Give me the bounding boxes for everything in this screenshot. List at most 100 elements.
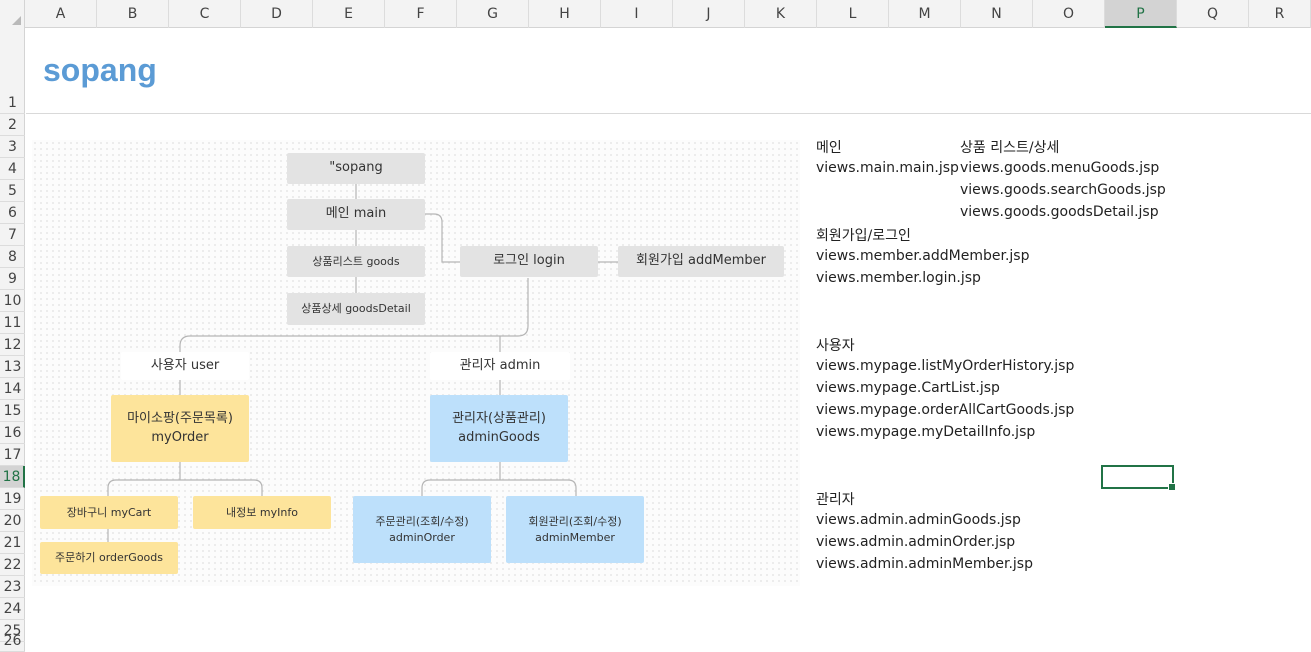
node-goods-detail: 상품상세 goodsDetail bbox=[287, 293, 425, 325]
cell-main-jsp[interactable]: views.main.main.jsp bbox=[816, 160, 959, 176]
node-admin-goods-sublabel: adminGoods bbox=[458, 429, 540, 445]
cell-admin-label[interactable]: 관리자 bbox=[816, 489, 855, 509]
cell-user-jsp[interactable]: views.mypage.orderAllCartGoods.jsp bbox=[816, 402, 1074, 418]
node-my-info: 내정보 myInfo bbox=[193, 496, 331, 529]
node-admin-order-sublabel: adminOrder bbox=[389, 530, 455, 544]
column-header-o[interactable]: O bbox=[1033, 0, 1105, 28]
cell-goods-jsp[interactable]: views.goods.searchGoods.jsp bbox=[960, 182, 1166, 198]
node-admin-order-label: 주문관리(조회/수정) bbox=[375, 514, 469, 528]
column-header-n[interactable]: N bbox=[961, 0, 1033, 28]
column-header-f[interactable]: F bbox=[385, 0, 457, 28]
node-admin-member: 회원관리(조회/수정) adminMember bbox=[506, 496, 644, 563]
node-goods-detail-label: 상품상세 goodsDetail bbox=[301, 302, 411, 316]
row-header-15[interactable]: 15 bbox=[0, 400, 25, 422]
node-order-goods: 주문하기 orderGoods bbox=[40, 542, 178, 574]
row-header-23[interactable]: 23 bbox=[0, 576, 25, 598]
row-header-24[interactable]: 24 bbox=[0, 598, 25, 620]
node-admin-order: 주문관리(조회/수정) adminOrder bbox=[353, 496, 491, 563]
row-header-12[interactable]: 12 bbox=[0, 334, 25, 356]
node-admin-goods-label: 관리자(상품관리) bbox=[452, 410, 546, 426]
node-main-label: 메인 main bbox=[325, 206, 387, 222]
cell-admin-jsp[interactable]: views.admin.adminOrder.jsp bbox=[816, 534, 1015, 550]
column-header-p[interactable]: P bbox=[1105, 0, 1177, 28]
node-my-order-sublabel: myOrder bbox=[151, 429, 209, 445]
column-header-e[interactable]: E bbox=[313, 0, 385, 28]
row-header-13[interactable]: 13 bbox=[0, 356, 25, 378]
site-map-diagram[interactable]: "sopang 메인 main 상품리스트 goods 상품상세 goodsDe… bbox=[32, 140, 800, 586]
cell-admin-jsp[interactable]: views.admin.adminMember.jsp bbox=[816, 556, 1033, 572]
cell-user-jsp[interactable]: views.mypage.listMyOrderHistory.jsp bbox=[816, 358, 1074, 374]
column-header-b[interactable]: B bbox=[97, 0, 169, 28]
node-my-cart-label: 장바구니 myCart bbox=[66, 505, 152, 519]
row-header-5[interactable]: 5 bbox=[0, 180, 25, 202]
row-header-10[interactable]: 10 bbox=[0, 290, 25, 312]
column-header-k[interactable]: K bbox=[745, 0, 817, 28]
row-header-2[interactable]: 2 bbox=[0, 114, 25, 136]
row-header-8[interactable]: 8 bbox=[0, 246, 25, 268]
row-header-16[interactable]: 16 bbox=[0, 422, 25, 444]
column-header-l[interactable]: L bbox=[817, 0, 889, 28]
cell-member-label[interactable]: 회원가입/로그인 bbox=[816, 225, 911, 245]
node-login-label: 로그인 login bbox=[493, 253, 565, 269]
row-header-17[interactable]: 17 bbox=[0, 444, 25, 466]
cell-member-jsp[interactable]: views.member.addMember.jsp bbox=[816, 248, 1029, 264]
node-admin: 관리자 admin bbox=[430, 352, 570, 380]
row-header: 1 2 3 4 5 6 7 8 9 10 11 12 13 14 15 16 17 18 19 20 21 22 23 24 2… bbox=[0, 28, 25, 652]
row-header-19[interactable]: 19 bbox=[0, 488, 25, 510]
connector-main-login bbox=[425, 213, 460, 263]
row-header-26[interactable]: 26 bbox=[0, 633, 25, 652]
row-header-4[interactable]: 4 bbox=[0, 158, 25, 180]
row-header-21[interactable]: 21 bbox=[0, 532, 25, 554]
row-header-1[interactable]: 1 bbox=[0, 28, 25, 114]
cell-main-label[interactable]: 메인 bbox=[816, 137, 842, 157]
connector-admingoods-children bbox=[421, 462, 577, 496]
cell-user-jsp[interactable]: views.mypage.CartList.jsp bbox=[816, 380, 1000, 396]
node-admin-member-label: 회원관리(조회/수정) bbox=[528, 514, 622, 528]
node-user: 사용자 user bbox=[121, 352, 249, 380]
row-header-18[interactable]: 18 bbox=[0, 466, 25, 488]
node-main: 메인 main bbox=[287, 199, 425, 230]
sheet-title[interactable]: sopang bbox=[43, 52, 157, 89]
node-order-goods-label: 주문하기 orderGoods bbox=[54, 551, 163, 565]
cell-goods-jsp[interactable]: views.goods.goodsDetail.jsp bbox=[960, 204, 1159, 220]
node-goods: 상품리스트 goods bbox=[287, 246, 425, 277]
cell-goods-label[interactable]: 상품 리스트/상세 bbox=[960, 137, 1059, 157]
column-header-q[interactable]: Q bbox=[1177, 0, 1249, 28]
cell-goods-jsp[interactable]: views.goods.menuGoods.jsp bbox=[960, 160, 1159, 176]
cell-member-jsp[interactable]: views.member.login.jsp bbox=[816, 270, 981, 286]
select-all-button[interactable] bbox=[0, 0, 25, 28]
node-admin-goods: 관리자(상품관리) adminGoods bbox=[430, 395, 568, 462]
node-my-order: 마이소팡(주문목록) myOrder bbox=[111, 395, 249, 462]
column-header-h[interactable]: H bbox=[529, 0, 601, 28]
column-header-j[interactable]: J bbox=[673, 0, 745, 28]
row-header-22[interactable]: 22 bbox=[0, 554, 25, 576]
node-admin-member-sublabel: adminMember bbox=[535, 530, 615, 544]
node-root-label: "sopang bbox=[329, 160, 383, 176]
node-my-cart: 장바구니 myCart bbox=[40, 496, 178, 529]
column-header-c[interactable]: C bbox=[169, 0, 241, 28]
row-header-7[interactable]: 7 bbox=[0, 224, 25, 246]
row-header-3[interactable]: 3 bbox=[0, 136, 25, 158]
row-header-11[interactable]: 11 bbox=[0, 312, 25, 334]
row-header-20[interactable]: 20 bbox=[0, 510, 25, 532]
active-cell-selection[interactable] bbox=[1101, 465, 1176, 491]
row-header-6[interactable]: 6 bbox=[0, 202, 25, 224]
node-add-member-label: 회원가입 addMember bbox=[636, 253, 766, 269]
column-header-r[interactable]: R bbox=[1249, 0, 1311, 28]
cell-user-label[interactable]: 사용자 bbox=[816, 335, 855, 355]
row-header-14[interactable]: 14 bbox=[0, 378, 25, 400]
column-header: ABCDEFGHIJKLMNOPQR bbox=[0, 0, 1311, 28]
node-login: 로그인 login bbox=[460, 246, 598, 277]
row-header-9[interactable]: 9 bbox=[0, 268, 25, 290]
column-header-m[interactable]: M bbox=[889, 0, 961, 28]
node-my-order-label: 마이소팡(주문목록) bbox=[127, 410, 233, 426]
cell-user-jsp[interactable]: views.mypage.myDetailInfo.jsp bbox=[816, 424, 1035, 440]
cell-admin-jsp[interactable]: views.admin.adminGoods.jsp bbox=[816, 512, 1021, 528]
node-goods-label: 상품리스트 goods bbox=[312, 254, 400, 268]
column-header-a[interactable]: A bbox=[25, 0, 97, 28]
connector-myorder-children bbox=[107, 462, 263, 496]
column-header-d[interactable]: D bbox=[241, 0, 313, 28]
column-header-g[interactable]: G bbox=[457, 0, 529, 28]
column-header-i[interactable]: I bbox=[601, 0, 673, 28]
node-admin-label: 관리자 admin bbox=[459, 357, 541, 373]
